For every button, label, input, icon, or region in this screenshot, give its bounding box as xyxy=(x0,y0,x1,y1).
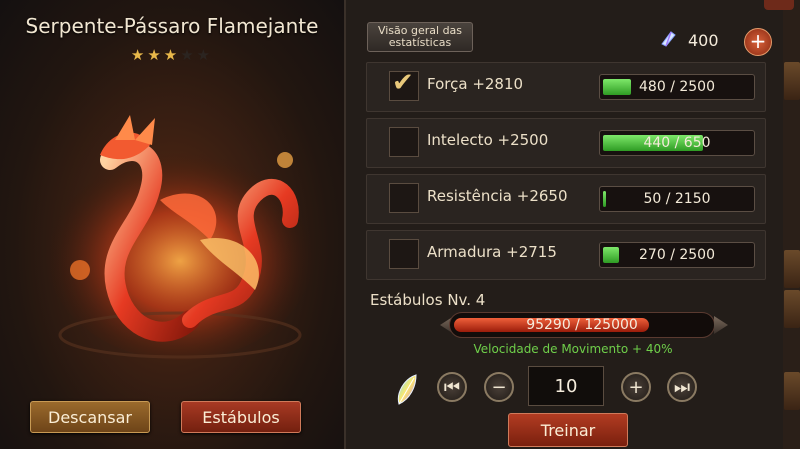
stat-progress-bar: 270 / 2500 xyxy=(599,242,755,268)
plus-icon: + xyxy=(628,376,644,398)
stat-checkbox[interactable] xyxy=(389,127,419,157)
creature-panel: Serpente-Pássaro Flamejante ★★★★★ Descan xyxy=(0,0,346,449)
stat-progress-text: 270 / 2500 xyxy=(639,247,715,263)
stat-label: Intelecto +2500 xyxy=(427,131,549,149)
stat-progress-bar: 50 / 2150 xyxy=(599,186,755,212)
stables-button[interactable]: Estábulos xyxy=(181,401,301,433)
stat-progress-text: 440 / 650 xyxy=(643,135,711,151)
stat-label: Armadura +2715 xyxy=(427,243,557,261)
skip-forward-icon: ⏭ xyxy=(673,376,691,398)
star-empty-icon: ★ xyxy=(180,46,197,64)
stables-xp-text: 95290 / 125000 xyxy=(526,317,638,333)
star-icon: ★ xyxy=(130,46,148,64)
stat-row-intellect[interactable]: Intelecto +2500 440 / 650 xyxy=(366,118,766,168)
quantity-input[interactable]: 10 xyxy=(528,366,604,406)
stat-row-resistance[interactable]: Resistência +2650 50 / 2150 xyxy=(366,174,766,224)
stat-progress-bar: 440 / 650 xyxy=(599,130,755,156)
stat-progress-text: 480 / 2500 xyxy=(639,79,715,95)
star-empty-icon: ★ xyxy=(196,46,214,64)
stat-row-strength[interactable]: ✔ Força +2810 480 / 2500 xyxy=(366,62,766,112)
star-icon: ★ xyxy=(163,46,181,64)
gem-count: 400 xyxy=(688,31,719,50)
add-gems-button[interactable]: + xyxy=(744,28,772,56)
side-menu-icon[interactable] xyxy=(784,62,800,100)
stat-label: Resistência +2650 xyxy=(427,187,568,205)
stat-checkbox[interactable]: ✔ xyxy=(389,68,419,101)
gem-icon xyxy=(661,31,676,47)
max-quantity-button[interactable]: ⏭ xyxy=(667,372,697,402)
stat-checkbox[interactable] xyxy=(389,183,419,213)
stat-progress-bar: 480 / 2500 xyxy=(599,74,755,100)
stables-xp-bar: 95290 / 125000 xyxy=(449,312,715,338)
train-button[interactable]: Treinar xyxy=(508,413,628,447)
creature-name: Serpente-Pássaro Flamejante xyxy=(25,14,319,38)
minus-icon: − xyxy=(491,376,507,398)
stat-checkbox[interactable] xyxy=(389,239,419,269)
stables-level: Estábulos Nv. 4 xyxy=(370,291,486,309)
training-item-icon xyxy=(397,374,417,405)
star-rating: ★★★★★ xyxy=(0,46,344,64)
min-quantity-button[interactable]: ⏮ xyxy=(437,372,467,402)
creature-portrait xyxy=(45,115,315,360)
skip-back-icon: ⏮ xyxy=(443,376,461,398)
close-button[interactable] xyxy=(764,0,794,10)
stat-progress-text: 50 / 2150 xyxy=(643,191,711,207)
rest-button[interactable]: Descansar xyxy=(30,401,150,433)
star-icon: ★ xyxy=(147,46,164,64)
side-menu-icon[interactable] xyxy=(784,250,800,288)
checkmark-icon: ✔ xyxy=(392,68,414,98)
stat-label: Força +2810 xyxy=(427,75,524,93)
stat-row-armor[interactable]: Armadura +2715 270 / 2500 xyxy=(366,230,766,280)
side-menu-icon[interactable] xyxy=(784,290,800,328)
side-menu-icon[interactable] xyxy=(784,372,800,410)
decrease-quantity-button[interactable]: − xyxy=(484,372,514,402)
movement-speed-bonus: Velocidade de Movimento + 40% xyxy=(473,342,673,356)
increase-quantity-button[interactable]: + xyxy=(621,372,651,402)
stats-overview-button[interactable]: Visão geral das estatísticas xyxy=(367,22,473,52)
